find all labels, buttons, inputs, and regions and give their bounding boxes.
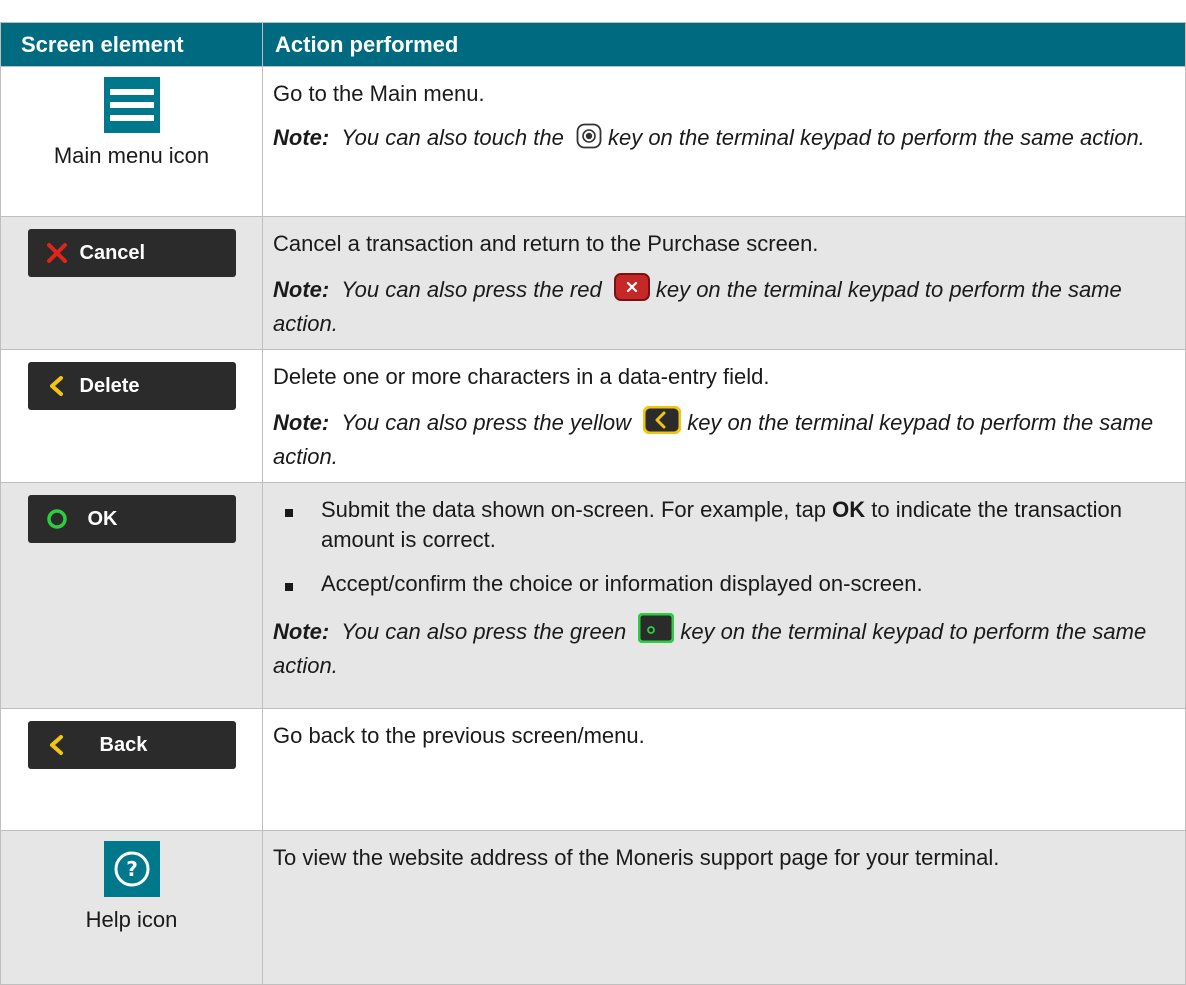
note-text-a: You can also press the yellow xyxy=(341,410,632,435)
back-button[interactable]: Back xyxy=(27,721,236,769)
list-item: Submit the data shown on-screen. For exa… xyxy=(273,495,1175,555)
x-icon xyxy=(46,242,80,264)
red-cancel-key-icon xyxy=(613,273,650,309)
green-ok-key-icon xyxy=(637,612,675,651)
action-text: Cancel a transaction and return to the P… xyxy=(273,231,819,256)
bullet-text-a: Submit the data shown on-screen. For exa… xyxy=(321,497,827,522)
screen-element-cell: Back xyxy=(0,708,263,831)
screen-element-cell: Delete xyxy=(0,349,263,483)
note-text-a: You can also press the green xyxy=(341,619,627,644)
menu-key-icon xyxy=(576,123,602,157)
hamburger-menu-icon[interactable] xyxy=(103,77,160,133)
delete-button-label: Delete xyxy=(79,374,140,397)
screen-element-cell: Cancel xyxy=(0,216,263,350)
cancel-button[interactable]: Cancel xyxy=(27,229,236,277)
bullet-text: Accept/confirm the choice or information… xyxy=(321,571,923,596)
circle-icon xyxy=(46,508,80,530)
svg-text:?: ? xyxy=(126,857,138,881)
note: Note: You can also press the yellow key o… xyxy=(273,405,1175,472)
action-cell: Submit the data shown on-screen. For exa… xyxy=(262,482,1186,709)
note-label: Note: xyxy=(273,277,330,302)
screen-element-cell: Main menu icon xyxy=(0,66,263,217)
delete-button[interactable]: Delete xyxy=(27,362,236,410)
cancel-button-label: Cancel xyxy=(79,241,146,264)
action-cell: Go back to the previous screen/menu. xyxy=(262,708,1186,831)
screen-element-cell: OK xyxy=(0,482,263,709)
ok-button[interactable]: OK xyxy=(27,495,236,543)
ok-button-label: OK xyxy=(87,507,118,530)
action-text: Go back to the previous screen/menu. xyxy=(273,723,645,748)
header-action-performed: Action performed xyxy=(262,22,1186,67)
note: Note: You can also touch the key on the t… xyxy=(273,123,1175,157)
element-caption: Main menu icon xyxy=(53,143,210,168)
note-label: Note: xyxy=(273,619,330,644)
action-cell: Delete one or more characters in a data-… xyxy=(262,349,1186,483)
table-row: Cancel Cancel a transaction and return t… xyxy=(0,216,1186,350)
chevron-left-icon xyxy=(46,375,80,397)
note-label: Note: xyxy=(273,410,330,435)
screen-element-cell: ? Help icon xyxy=(0,830,263,985)
note-text-a: You can also press the red xyxy=(341,277,602,302)
list-item: Accept/confirm the choice or information… xyxy=(273,569,1175,599)
bullet-bold: OK xyxy=(832,497,866,522)
chevron-left-icon xyxy=(46,734,80,756)
action-cell: To view the website address of the Moner… xyxy=(262,830,1186,985)
table-row: OK Submit the data shown on-screen. For … xyxy=(0,482,1186,709)
table-row: Delete Delete one or more characters in … xyxy=(0,349,1186,483)
action-text: Go to the Main menu. xyxy=(273,81,485,106)
table-header-row: Screen element Action performed xyxy=(0,22,1186,67)
table-row: ? Help icon To view the website address … xyxy=(0,830,1186,985)
action-text: Delete one or more characters in a data-… xyxy=(273,364,770,389)
question-circle-icon[interactable]: ? xyxy=(103,841,160,897)
action-cell: Cancel a transaction and return to the P… xyxy=(262,216,1186,350)
action-cell: Go to the Main menu. Note: You can also t… xyxy=(262,66,1186,217)
table-row: Main menu icon Go to the Main menu. Note… xyxy=(0,66,1186,217)
back-button-label: Back xyxy=(99,733,148,756)
table-row: Back Go back to the previous screen/menu… xyxy=(0,708,1186,831)
note-text-a: You can also touch the xyxy=(341,125,564,150)
header-screen-element: Screen element xyxy=(0,22,263,67)
note-label: Note: xyxy=(273,125,330,150)
note: Note: You can also press the green key on… xyxy=(273,612,1175,681)
action-text: To view the website address of the Moner… xyxy=(273,845,1000,870)
screen-elements-table: Screen element Action performed Main men… xyxy=(0,22,1186,985)
document-page: Screen element Action performed Main men… xyxy=(0,0,1186,985)
note-text-b: key on the terminal keypad to perform th… xyxy=(607,125,1145,150)
note: Note: You can also press the red key on t… xyxy=(273,273,1175,339)
yellow-delete-key-icon xyxy=(642,405,682,442)
element-caption: Help icon xyxy=(85,907,178,932)
